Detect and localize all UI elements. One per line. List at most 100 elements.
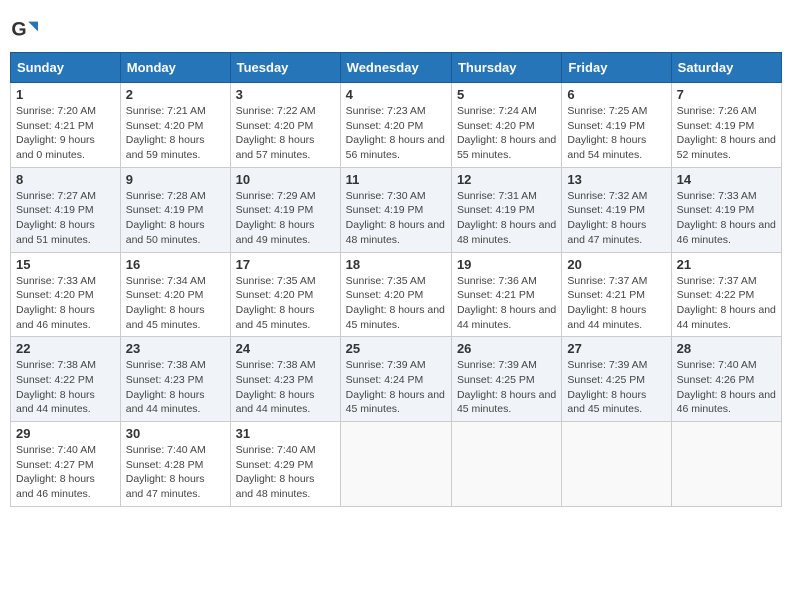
- day-detail: Sunrise: 7:35 AMSunset: 4:20 PMDaylight:…: [236, 275, 316, 331]
- day-number: 28: [677, 341, 776, 356]
- day-number: 16: [126, 257, 225, 272]
- svg-text:G: G: [11, 19, 26, 41]
- day-detail: Sunrise: 7:27 AMSunset: 4:19 PMDaylight:…: [16, 190, 96, 246]
- day-detail: Sunrise: 7:20 AMSunset: 4:21 PMDaylight:…: [16, 105, 96, 161]
- calendar-cell: 4 Sunrise: 7:23 AMSunset: 4:20 PMDayligh…: [340, 83, 451, 168]
- day-number: 5: [457, 87, 556, 102]
- weekday-header-sunday: Sunday: [11, 53, 121, 83]
- day-number: 3: [236, 87, 335, 102]
- day-detail: Sunrise: 7:28 AMSunset: 4:19 PMDaylight:…: [126, 190, 206, 246]
- day-detail: Sunrise: 7:36 AMSunset: 4:21 PMDaylight:…: [457, 275, 556, 331]
- day-detail: Sunrise: 7:22 AMSunset: 4:20 PMDaylight:…: [236, 105, 316, 161]
- logo-icon: G: [10, 16, 38, 44]
- weekday-header-monday: Monday: [120, 53, 230, 83]
- calendar-cell: 16 Sunrise: 7:34 AMSunset: 4:20 PMDaylig…: [120, 252, 230, 337]
- calendar-cell: 8 Sunrise: 7:27 AMSunset: 4:19 PMDayligh…: [11, 167, 121, 252]
- calendar-cell: 31 Sunrise: 7:40 AMSunset: 4:29 PMDaylig…: [230, 422, 340, 507]
- calendar-week-row: 8 Sunrise: 7:27 AMSunset: 4:19 PMDayligh…: [11, 167, 782, 252]
- day-detail: Sunrise: 7:26 AMSunset: 4:19 PMDaylight:…: [677, 105, 776, 161]
- calendar-cell: 13 Sunrise: 7:32 AMSunset: 4:19 PMDaylig…: [562, 167, 671, 252]
- calendar-cell: 6 Sunrise: 7:25 AMSunset: 4:19 PMDayligh…: [562, 83, 671, 168]
- calendar-cell: 28 Sunrise: 7:40 AMSunset: 4:26 PMDaylig…: [671, 337, 781, 422]
- day-number: 29: [16, 426, 115, 441]
- day-number: 27: [567, 341, 665, 356]
- calendar-cell: 7 Sunrise: 7:26 AMSunset: 4:19 PMDayligh…: [671, 83, 781, 168]
- day-detail: Sunrise: 7:40 AMSunset: 4:29 PMDaylight:…: [236, 444, 316, 500]
- calendar-cell: [340, 422, 451, 507]
- calendar-cell: 23 Sunrise: 7:38 AMSunset: 4:23 PMDaylig…: [120, 337, 230, 422]
- weekday-header-saturday: Saturday: [671, 53, 781, 83]
- calendar-cell: 26 Sunrise: 7:39 AMSunset: 4:25 PMDaylig…: [451, 337, 561, 422]
- calendar-cell: 15 Sunrise: 7:33 AMSunset: 4:20 PMDaylig…: [11, 252, 121, 337]
- day-number: 20: [567, 257, 665, 272]
- day-number: 2: [126, 87, 225, 102]
- day-number: 30: [126, 426, 225, 441]
- calendar-cell: 27 Sunrise: 7:39 AMSunset: 4:25 PMDaylig…: [562, 337, 671, 422]
- day-number: 22: [16, 341, 115, 356]
- weekday-header-wednesday: Wednesday: [340, 53, 451, 83]
- day-detail: Sunrise: 7:24 AMSunset: 4:20 PMDaylight:…: [457, 105, 556, 161]
- day-number: 21: [677, 257, 776, 272]
- calendar-cell: 18 Sunrise: 7:35 AMSunset: 4:20 PMDaylig…: [340, 252, 451, 337]
- calendar-cell: 12 Sunrise: 7:31 AMSunset: 4:19 PMDaylig…: [451, 167, 561, 252]
- day-detail: Sunrise: 7:21 AMSunset: 4:20 PMDaylight:…: [126, 105, 206, 161]
- day-detail: Sunrise: 7:32 AMSunset: 4:19 PMDaylight:…: [567, 190, 647, 246]
- day-number: 11: [346, 172, 446, 187]
- calendar-cell: 29 Sunrise: 7:40 AMSunset: 4:27 PMDaylig…: [11, 422, 121, 507]
- day-detail: Sunrise: 7:34 AMSunset: 4:20 PMDaylight:…: [126, 275, 206, 331]
- day-detail: Sunrise: 7:38 AMSunset: 4:23 PMDaylight:…: [126, 359, 206, 415]
- calendar-cell: 24 Sunrise: 7:38 AMSunset: 4:23 PMDaylig…: [230, 337, 340, 422]
- day-number: 9: [126, 172, 225, 187]
- calendar-cell: 2 Sunrise: 7:21 AMSunset: 4:20 PMDayligh…: [120, 83, 230, 168]
- calendar-week-row: 1 Sunrise: 7:20 AMSunset: 4:21 PMDayligh…: [11, 83, 782, 168]
- day-detail: Sunrise: 7:30 AMSunset: 4:19 PMDaylight:…: [346, 190, 445, 246]
- weekday-header-friday: Friday: [562, 53, 671, 83]
- calendar-cell: 3 Sunrise: 7:22 AMSunset: 4:20 PMDayligh…: [230, 83, 340, 168]
- day-detail: Sunrise: 7:39 AMSunset: 4:25 PMDaylight:…: [457, 359, 556, 415]
- day-detail: Sunrise: 7:40 AMSunset: 4:27 PMDaylight:…: [16, 444, 96, 500]
- day-number: 15: [16, 257, 115, 272]
- calendar-week-row: 22 Sunrise: 7:38 AMSunset: 4:22 PMDaylig…: [11, 337, 782, 422]
- calendar-cell: 21 Sunrise: 7:37 AMSunset: 4:22 PMDaylig…: [671, 252, 781, 337]
- calendar-header-row: SundayMondayTuesdayWednesdayThursdayFrid…: [11, 53, 782, 83]
- day-detail: Sunrise: 7:35 AMSunset: 4:20 PMDaylight:…: [346, 275, 445, 331]
- calendar-cell: [451, 422, 561, 507]
- day-number: 10: [236, 172, 335, 187]
- day-detail: Sunrise: 7:25 AMSunset: 4:19 PMDaylight:…: [567, 105, 647, 161]
- day-number: 25: [346, 341, 446, 356]
- day-detail: Sunrise: 7:38 AMSunset: 4:23 PMDaylight:…: [236, 359, 316, 415]
- day-number: 18: [346, 257, 446, 272]
- calendar-cell: 14 Sunrise: 7:33 AMSunset: 4:19 PMDaylig…: [671, 167, 781, 252]
- calendar-week-row: 15 Sunrise: 7:33 AMSunset: 4:20 PMDaylig…: [11, 252, 782, 337]
- day-detail: Sunrise: 7:39 AMSunset: 4:25 PMDaylight:…: [567, 359, 647, 415]
- day-detail: Sunrise: 7:29 AMSunset: 4:19 PMDaylight:…: [236, 190, 316, 246]
- day-number: 23: [126, 341, 225, 356]
- day-number: 7: [677, 87, 776, 102]
- day-detail: Sunrise: 7:40 AMSunset: 4:26 PMDaylight:…: [677, 359, 776, 415]
- day-detail: Sunrise: 7:39 AMSunset: 4:24 PMDaylight:…: [346, 359, 445, 415]
- day-number: 12: [457, 172, 556, 187]
- day-number: 14: [677, 172, 776, 187]
- page-header: G: [10, 10, 782, 44]
- day-number: 8: [16, 172, 115, 187]
- calendar-week-row: 29 Sunrise: 7:40 AMSunset: 4:27 PMDaylig…: [11, 422, 782, 507]
- day-number: 24: [236, 341, 335, 356]
- calendar-cell: 25 Sunrise: 7:39 AMSunset: 4:24 PMDaylig…: [340, 337, 451, 422]
- weekday-header-tuesday: Tuesday: [230, 53, 340, 83]
- day-detail: Sunrise: 7:37 AMSunset: 4:21 PMDaylight:…: [567, 275, 647, 331]
- calendar-table: SundayMondayTuesdayWednesdayThursdayFrid…: [10, 52, 782, 507]
- calendar-cell: 17 Sunrise: 7:35 AMSunset: 4:20 PMDaylig…: [230, 252, 340, 337]
- day-detail: Sunrise: 7:33 AMSunset: 4:20 PMDaylight:…: [16, 275, 96, 331]
- day-number: 17: [236, 257, 335, 272]
- calendar-cell: 5 Sunrise: 7:24 AMSunset: 4:20 PMDayligh…: [451, 83, 561, 168]
- day-number: 4: [346, 87, 446, 102]
- day-detail: Sunrise: 7:23 AMSunset: 4:20 PMDaylight:…: [346, 105, 445, 161]
- calendar-cell: [671, 422, 781, 507]
- calendar-cell: 9 Sunrise: 7:28 AMSunset: 4:19 PMDayligh…: [120, 167, 230, 252]
- weekday-header-thursday: Thursday: [451, 53, 561, 83]
- day-detail: Sunrise: 7:38 AMSunset: 4:22 PMDaylight:…: [16, 359, 96, 415]
- calendar-cell: 19 Sunrise: 7:36 AMSunset: 4:21 PMDaylig…: [451, 252, 561, 337]
- calendar-cell: 22 Sunrise: 7:38 AMSunset: 4:22 PMDaylig…: [11, 337, 121, 422]
- day-number: 26: [457, 341, 556, 356]
- day-detail: Sunrise: 7:37 AMSunset: 4:22 PMDaylight:…: [677, 275, 776, 331]
